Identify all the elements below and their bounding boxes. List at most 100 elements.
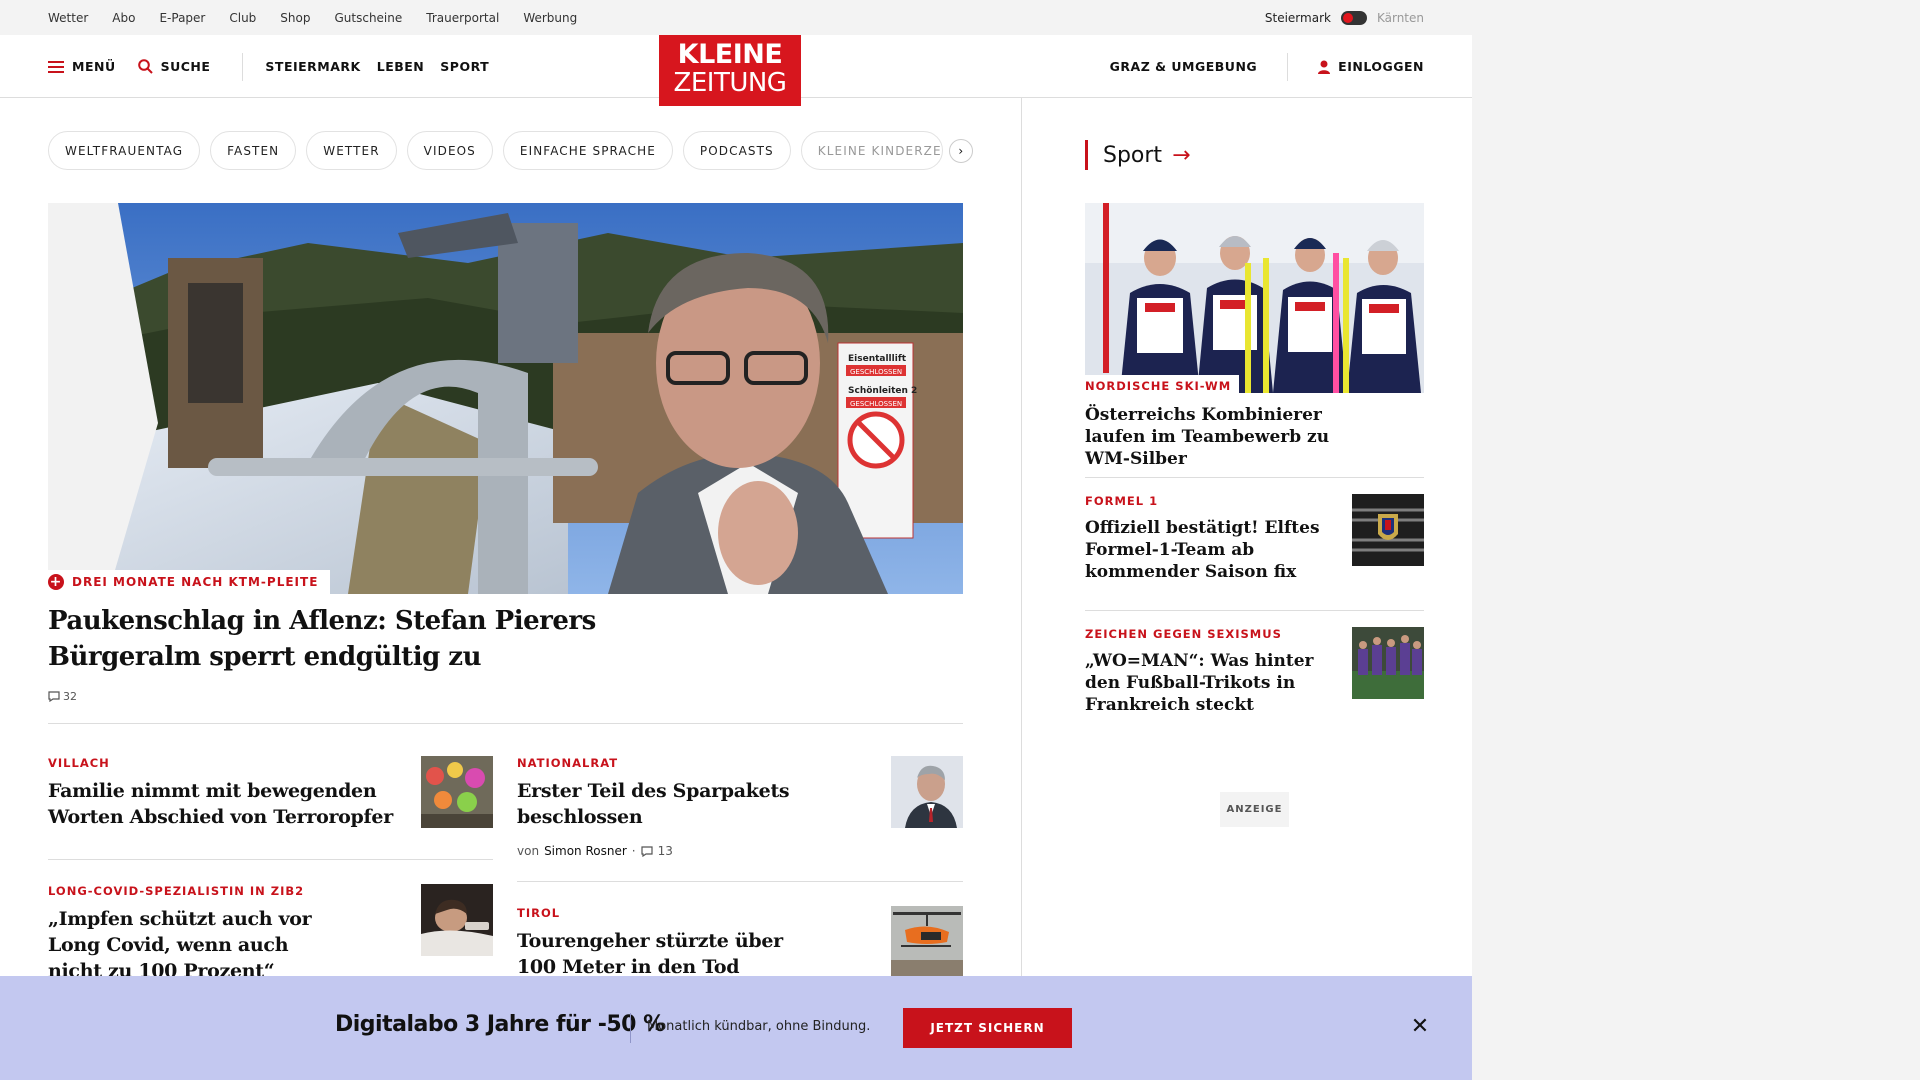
byline-prefix: von	[517, 844, 540, 858]
sidebar-lead-image[interactable]	[1085, 203, 1424, 393]
banner-cta-button[interactable]: JETZT SICHERN	[903, 1008, 1072, 1048]
search-icon	[137, 59, 153, 74]
topic-pill[interactable]: EINFACHE SPRACHE	[502, 131, 673, 170]
article-kicker: LONG-COVID-SPEZIALISTIN IN ZIB2	[48, 884, 305, 898]
hero-headline[interactable]: Paukenschlag in Aflenz: Stefan Pierers B…	[48, 603, 648, 675]
sport-section-title: Sport	[1103, 142, 1163, 168]
utility-bar: Wetter Abo E-Paper Club Shop Gutscheine …	[0, 0, 1472, 35]
article-thumbnail[interactable]	[891, 756, 963, 828]
topic-pill[interactable]: WELTFRAUENTAG	[48, 131, 201, 170]
hamburger-icon	[48, 60, 64, 73]
sign-1-status: GESCHLOSSEN	[850, 368, 902, 376]
close-icon[interactable]: ✕	[1409, 1016, 1431, 1038]
utility-link-wetter[interactable]: Wetter	[48, 11, 88, 25]
banner-divider	[630, 1013, 631, 1043]
hero-image[interactable]: Eisentalllift GESCHLOSSEN Schönleiten 2 …	[48, 203, 963, 594]
article-card[interactable]: NATIONALRAT Erster Teil des Sparpakets b…	[517, 756, 867, 858]
menu-label: MENÜ	[72, 59, 116, 74]
chevron-right-icon[interactable]: ›	[948, 138, 973, 163]
login-button[interactable]: EINLOGGEN	[1318, 59, 1424, 74]
article-thumbnail[interactable]	[421, 756, 493, 828]
topic-pill[interactable]: KLEINE KINDERZEI	[800, 131, 943, 170]
byline-author[interactable]: Simon Rosner	[544, 844, 627, 858]
hero-kicker[interactable]: + DREI MONATE NACH KTM-PLEITE	[48, 570, 331, 594]
subscription-banner: Digitalabo 3 Jahre für -50 % Monatlich k…	[0, 976, 1472, 1080]
utility-link-abo[interactable]: Abo	[112, 11, 135, 25]
search-button[interactable]: SUCHE	[137, 59, 211, 74]
sign-2-status: GESCHLOSSEN	[850, 400, 902, 408]
search-label: SUCHE	[160, 59, 211, 74]
article-kicker: NATIONALRAT	[517, 756, 619, 770]
region-kaernten[interactable]: Kärnten	[1377, 11, 1424, 25]
article-title: Familie nimmt mit bewegenden Worten Absc…	[48, 780, 393, 828]
utility-link-trauerportal[interactable]: Trauerportal	[426, 11, 499, 25]
banner-title: Digitalabo 3 Jahre für -50 %	[335, 1012, 665, 1037]
arrow-right-icon: →	[1172, 142, 1191, 168]
sidebar-divider	[1085, 610, 1424, 611]
article-kicker: TIROL	[517, 906, 561, 920]
utility-link-shop[interactable]: Shop	[280, 11, 310, 25]
region-link-graz[interactable]: GRAZ & UMGEBUNG	[1110, 59, 1258, 74]
region-steiermark[interactable]: Steiermark	[1265, 11, 1331, 25]
hero-comment-count: 32	[63, 690, 77, 703]
user-icon	[1318, 60, 1331, 74]
sport-section-link[interactable]: Sport →	[1085, 140, 1191, 170]
utility-link-club[interactable]: Club	[229, 11, 256, 25]
sidebar-article[interactable]: ZEICHEN GEGEN SEXISMUS „WO=MAN“: Was hin…	[1085, 627, 1325, 716]
article-divider	[517, 881, 963, 882]
hero-divider	[48, 723, 963, 724]
comment-icon	[48, 691, 60, 702]
article-thumbnail[interactable]	[891, 906, 963, 978]
sidebar-lead-kicker-box: NORDISCHE SKI-WM	[1085, 375, 1240, 397]
site-logo[interactable]: KLEINE ZEITUNG	[659, 35, 801, 106]
column-divider	[1021, 98, 1022, 998]
hero-comments[interactable]: 32	[48, 690, 77, 703]
utility-links: Wetter Abo E-Paper Club Shop Gutscheine …	[48, 0, 577, 35]
article-card[interactable]: VILLACH Familie nimmt mit bewegenden Wor…	[48, 756, 398, 830]
plus-icon: +	[48, 574, 64, 590]
article-card[interactable]: LONG-COVID-SPEZIALISTIN IN ZIB2 „Impfen …	[48, 884, 338, 984]
ad-label: ANZEIGE	[1220, 792, 1289, 827]
topic-pill[interactable]: PODCASTS	[682, 131, 791, 170]
hero-kicker-text: DREI MONATE NACH KTM-PLEITE	[72, 575, 319, 589]
article-kicker: VILLACH	[48, 756, 110, 770]
header-divider-right	[1287, 52, 1289, 81]
utility-link-epaper[interactable]: E-Paper	[159, 11, 205, 25]
topic-pill[interactable]: WETTER	[306, 131, 397, 170]
sidebar-article[interactable]: FORMEL 1 Offiziell bestätigt! Elftes For…	[1085, 494, 1325, 583]
nav-steiermark[interactable]: STEIERMARK	[265, 59, 360, 74]
logo-line-2: ZEITUNG	[673, 68, 787, 98]
sidebar-article-kicker: FORMEL 1	[1085, 494, 1159, 508]
sidebar-lead-kicker[interactable]: NORDISCHE SKI-WM	[1085, 379, 1231, 393]
utility-link-werbung[interactable]: Werbung	[523, 11, 577, 25]
sign-2-text: Schönleiten 2	[848, 386, 917, 396]
article-divider	[48, 859, 493, 860]
region-toggle[interactable]	[1340, 10, 1367, 25]
article-title: Tourengeher stürzte über 100 Meter in de…	[517, 930, 783, 978]
sidebar-divider	[1085, 477, 1424, 478]
topic-pill[interactable]: VIDEOS	[406, 131, 493, 170]
menu-button[interactable]: MENÜ	[48, 59, 116, 74]
comment-icon	[641, 845, 653, 857]
sidebar-lead-title[interactable]: Österreichs Kombinierer laufen im Teambe…	[1085, 404, 1375, 470]
nav-sport[interactable]: SPORT	[440, 59, 489, 74]
sign-1-text: Eisentalllift	[848, 354, 907, 364]
topic-pill[interactable]: FASTEN	[210, 131, 297, 170]
news-site: Wetter Abo E-Paper Club Shop Gutscheine …	[0, 0, 1472, 1080]
sidebar-article-title: Offiziell bestätigt! Elftes Formel-1-Tea…	[1085, 518, 1320, 582]
nav-leben[interactable]: LEBEN	[377, 59, 425, 74]
topic-pills: WELTFRAUENTAG FASTEN WETTER VIDEOS EINFA…	[48, 131, 973, 170]
sidebar-article-thumbnail[interactable]	[1352, 627, 1424, 699]
article-title: Erster Teil des Sparpakets beschlossen	[517, 780, 790, 828]
article-title: „Impfen schützt auch vor Long Covid, wen…	[48, 908, 312, 982]
article-comment-count[interactable]: 13	[658, 844, 673, 858]
article-thumbnail[interactable]	[421, 884, 493, 956]
byline-dot: ·	[631, 844, 636, 858]
sidebar-article-title: „WO=MAN“: Was hinter den Fußball-Trikots…	[1085, 651, 1314, 715]
region-switch: Steiermark Kärnten	[1265, 0, 1424, 35]
utility-link-gutscheine[interactable]: Gutscheine	[334, 11, 402, 25]
article-card[interactable]: TIROL Tourengeher stürzte über 100 Meter…	[517, 906, 807, 980]
logo-line-1: KLEINE	[677, 39, 783, 70]
sidebar-article-thumbnail[interactable]	[1352, 494, 1424, 566]
sidebar-article-kicker: ZEICHEN GEGEN SEXISMUS	[1085, 627, 1282, 641]
